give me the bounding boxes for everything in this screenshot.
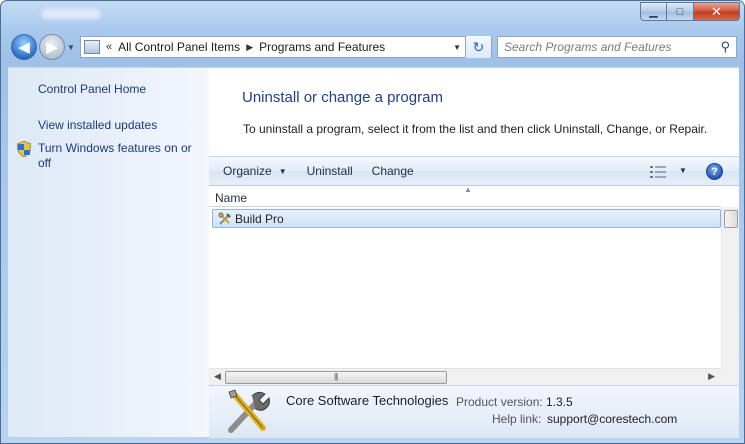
product-version-label: Product version: xyxy=(456,395,543,409)
control-panel-icon xyxy=(84,40,100,54)
turn-windows-features-link[interactable]: Turn Windows features on or off xyxy=(38,141,203,171)
program-name: Build Pro xyxy=(235,212,284,226)
details-pane: Core Software Technologies Product versi… xyxy=(209,385,739,438)
scroll-left-icon[interactable]: ◀ xyxy=(214,371,221,382)
control-panel-home-link[interactable]: Control Panel Home xyxy=(38,82,146,97)
vertical-scrollbar[interactable] xyxy=(721,207,739,385)
page-title: Uninstall or change a program xyxy=(242,89,443,106)
help-link-value[interactable]: support@corestech.com xyxy=(547,412,677,426)
maximize-button[interactable]: □ xyxy=(667,2,694,21)
tools-large-icon xyxy=(228,389,270,433)
address-dropdown-icon[interactable]: ▼ xyxy=(453,43,461,52)
main-content: Uninstall or change a program To uninsta… xyxy=(209,67,739,438)
search-icon[interactable]: ⚲ xyxy=(720,39,730,55)
back-arrow-icon: ◀ xyxy=(18,39,30,56)
breadcrumb-programs-and-features[interactable]: Programs and Features xyxy=(259,40,385,54)
window-controls: ▁ □ ✕ xyxy=(640,2,740,21)
forward-arrow-icon: ▶ xyxy=(46,39,58,56)
programs-and-features-window: ▁ □ ✕ ◀ ▶ ▼ « All Control Panel Items ▶ … xyxy=(0,0,745,444)
chevron-down-icon: ▼ xyxy=(278,166,287,176)
product-version-value: 1.3.5 xyxy=(546,395,573,409)
organize-label: Organize xyxy=(223,164,272,178)
recent-pages-dropdown[interactable]: ▼ xyxy=(67,43,75,52)
change-button[interactable]: Change xyxy=(372,164,414,178)
breadcrumb-separator-icon[interactable]: ▶ xyxy=(246,42,253,53)
column-header-name[interactable]: Name xyxy=(215,191,247,205)
view-dropdown-icon[interactable]: ▼ xyxy=(679,166,687,175)
sort-ascending-icon: ▲ xyxy=(464,185,472,194)
scroll-right-icon[interactable]: ▶ xyxy=(708,371,715,382)
window-title-blurred xyxy=(41,9,101,19)
uninstall-button[interactable]: Uninstall xyxy=(307,164,353,178)
organize-button[interactable]: Organize ▼ xyxy=(223,164,287,178)
breadcrumb-all-control-panel-items[interactable]: All Control Panel Items xyxy=(118,40,240,54)
help-link-label: Help link: xyxy=(492,412,542,426)
sidebar: Control Panel Home View installed update… xyxy=(8,67,209,437)
command-bar: Organize ▼ Uninstall Change ▼ ? xyxy=(209,156,739,186)
view-installed-updates-link[interactable]: View installed updates xyxy=(38,118,157,133)
publisher-name: Core Software Technologies xyxy=(286,393,449,408)
vertical-scroll-thumb[interactable] xyxy=(724,210,738,228)
forward-button[interactable]: ▶ xyxy=(39,34,65,60)
list-header: ▲ Name xyxy=(209,185,721,207)
page-description: To uninstall a program, select it from t… xyxy=(243,122,708,136)
search-box[interactable]: ⚲ xyxy=(497,36,737,58)
tools-icon xyxy=(218,212,231,225)
search-input[interactable] xyxy=(504,40,704,54)
help-icon[interactable]: ? xyxy=(706,163,723,180)
grip-icon: ||| xyxy=(334,372,338,381)
minimize-button[interactable]: ▁ xyxy=(640,2,667,21)
address-bar[interactable]: « All Control Panel Items ▶ Programs and… xyxy=(80,36,492,58)
close-button[interactable]: ✕ xyxy=(694,2,740,21)
horizontal-scroll-thumb[interactable]: ||| xyxy=(225,371,447,384)
refresh-icon[interactable]: ↻ xyxy=(465,36,491,58)
view-options-icon[interactable] xyxy=(650,166,666,178)
scrollbar-corner xyxy=(721,368,739,385)
program-row[interactable]: Build Pro xyxy=(212,209,721,228)
back-button[interactable]: ◀ xyxy=(11,34,37,60)
uac-shield-icon xyxy=(17,141,31,157)
breadcrumb-overflow-icon[interactable]: « xyxy=(106,41,112,53)
horizontal-scrollbar[interactable]: ◀ ||| ▶ xyxy=(209,368,721,385)
